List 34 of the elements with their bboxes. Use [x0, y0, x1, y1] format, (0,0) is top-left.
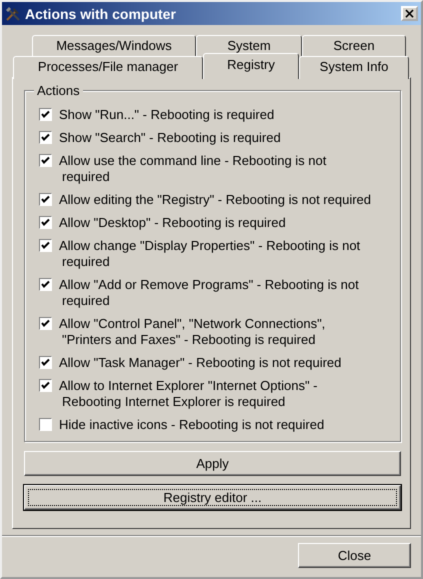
checkbox[interactable]	[39, 216, 52, 229]
checkbox[interactable]	[39, 418, 52, 431]
option-label: Allow change "Display Properties" - Rebooting is not required	[59, 238, 360, 270]
option-label: Allow to Internet Explorer "Internet Options" - Rebooting Internet Explorer is required	[59, 378, 318, 410]
tab[interactable]: System Info	[299, 56, 409, 79]
checkbox[interactable]	[39, 131, 52, 144]
option-label: Show "Run..." - Rebooting is required	[59, 107, 274, 123]
tab[interactable]: Messages/Windows	[32, 35, 196, 56]
option-label: Allow use the command line - Rebooting is not required	[59, 153, 326, 185]
option-label: Hide inactive icons - Rebooting is not required	[59, 417, 324, 433]
option-label: Allow editing the "Registry" - Rebooting is not required	[59, 192, 371, 208]
tab[interactable]: Registry	[203, 53, 299, 79]
option-label: Allow "Add or Remove Programs" - Rebooting is not required	[59, 277, 359, 309]
checkbox[interactable]	[39, 278, 52, 291]
window-title: Actions with computer	[25, 6, 177, 22]
close-button[interactable]: ×	[401, 6, 418, 21]
option-label: Show "Search" - Rebooting is required	[59, 130, 281, 146]
tab[interactable]: Processes/File manager	[13, 56, 203, 79]
checkbox[interactable]	[39, 154, 52, 167]
checkbox[interactable]	[39, 356, 52, 369]
apply-button[interactable]: Apply	[24, 451, 401, 476]
checkbox[interactable]	[39, 108, 52, 121]
tab[interactable]: Screen	[302, 35, 406, 56]
option-label: Allow "Control Panel", "Network Connections", "Printers and Faxes" - Rebooting is required	[59, 316, 326, 348]
option-label: Allow "Desktop" - Rebooting is required	[59, 215, 286, 231]
group-title: Actions	[34, 83, 83, 98]
tools-icon	[5, 6, 21, 22]
checkbox[interactable]	[39, 317, 52, 330]
checkbox[interactable]	[39, 379, 52, 392]
option-label: Allow "Task Manager" - Rebooting is not required	[59, 355, 342, 371]
checkbox[interactable]	[39, 239, 52, 252]
registry-editor-button[interactable]: Registry editor ...	[24, 485, 401, 510]
checkbox[interactable]	[39, 193, 52, 206]
close-dialog-button[interactable]: Close	[298, 543, 411, 568]
